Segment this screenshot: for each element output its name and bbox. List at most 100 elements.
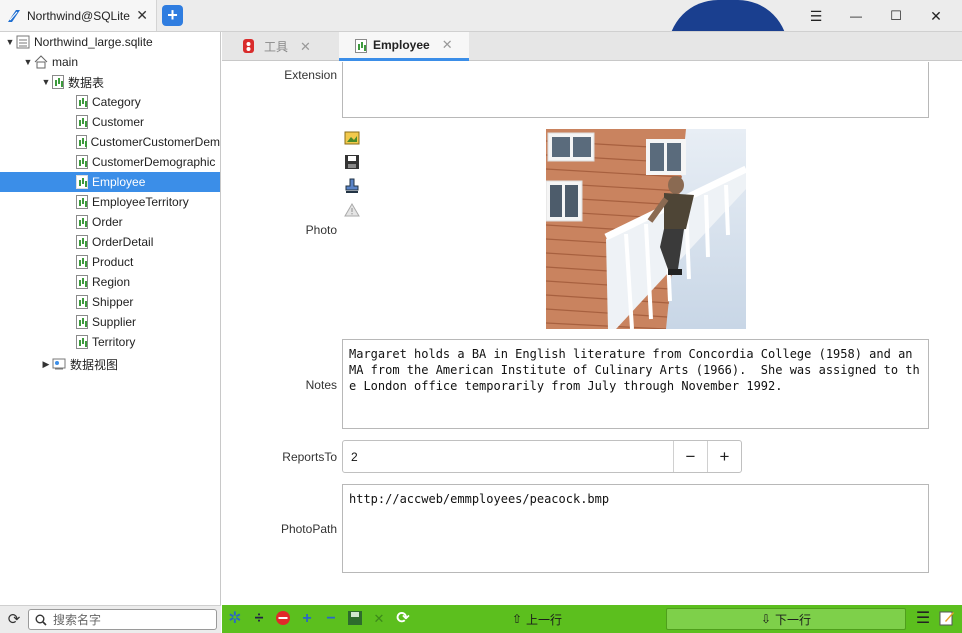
view-icon [52,358,66,370]
list-icon[interactable]: ☰ [914,610,932,628]
tree-table-item[interactable]: Region [0,272,220,292]
edit-icon[interactable] [938,610,956,628]
tree-db-label: Northwind_large.sqlite [34,35,153,49]
tree-table-item[interactable]: Product [0,252,220,272]
tree-table-label: CustomerCustomerDem [90,135,220,149]
tree-tables-folder[interactable]: ▼ 数据表 [40,72,104,92]
previous-row-button[interactable]: ⇧ 上一行 [502,608,572,630]
settings-icon[interactable]: ✲ [226,610,244,628]
table-icon [76,335,88,349]
collapse-arrow-icon[interactable]: ▶ [40,359,52,370]
tree-table-item[interactable]: CustomerDemographic [0,152,220,172]
table-icon [76,155,88,169]
cancel-icon[interactable]: ✕ [370,610,388,628]
document-tab-bar: 工具 ✕ Employee ✕ [222,32,962,61]
previous-row-label: 上一行 [526,612,563,627]
refresh-icon[interactable]: ⟳ [394,610,412,628]
new-tab-button[interactable]: + [162,5,183,26]
tree-table-label: Product [92,255,134,269]
reportsto-value[interactable]: 2 [343,450,673,464]
menu-icon[interactable]: ☰ [806,6,826,26]
tree-table-item[interactable]: Shipper [0,292,220,312]
database-tree-panel: ▼ Northwind_large.sqlite ▼ main ▼ 数据表 Ca… [0,32,221,633]
tree-table-label: EmployeeTerritory [92,195,189,209]
tree-table-item[interactable]: Territory [0,332,220,352]
tree-table-label: Category [92,95,141,109]
tree-table-item[interactable]: Employee [0,172,220,192]
refresh-icon[interactable]: ⟳ [5,611,23,629]
table-icon [52,75,64,89]
tree-views-folder[interactable]: ▶ 数据视图 [40,354,118,374]
close-tab-icon[interactable]: ✕ [136,7,148,24]
house-icon [34,55,48,69]
tree-db-root[interactable]: ▼ Northwind_large.sqlite [4,32,153,52]
tree-table-item[interactable]: Supplier [0,312,220,332]
tab-employee[interactable]: Employee ✕ [339,32,469,61]
close-window-button[interactable]: ✕ [926,6,946,26]
load-image-icon[interactable] [344,130,360,146]
tree-table-label: Customer [92,115,145,129]
split-icon[interactable]: ÷ [250,610,268,628]
app-tab[interactable]: Northwind@SQLite ✕ [0,0,157,31]
table-icon [76,115,88,129]
add-row-icon[interactable]: + [298,610,316,628]
table-icon [76,215,88,229]
table-icon [76,135,87,149]
up-arrow-icon: ⇧ [511,612,523,626]
tree-table-item[interactable]: CustomerCustomerDem [0,132,220,152]
tree-table-item[interactable]: Order [0,212,220,232]
tree-schema-main[interactable]: ▼ main [22,52,78,72]
notes-field[interactable]: Margaret holds a BA in English literatur… [342,339,929,429]
employee-photo [546,129,746,329]
delete-row-icon[interactable] [274,610,292,628]
table-icon [355,39,367,53]
tab-tools[interactable]: 工具 ✕ [222,32,339,61]
tree-table-label: CustomerDemographic [92,155,216,169]
tools-icon [243,39,254,53]
expand-arrow-icon[interactable]: ▼ [22,57,34,67]
tree-table-item[interactable]: EmployeeTerritory [0,192,220,212]
record-toolbar: ✲ ÷ + − ✕ ⟳ ⇧ 上一行 ⇩ 下一行 ☰ [222,605,962,633]
tree-table-item[interactable]: Customer [0,112,220,132]
search-input[interactable] [53,612,203,627]
table-icon [76,255,88,269]
title-bar: Northwind@SQLite ✕ + ☰ — ☐ ✕ [0,0,962,32]
table-icon [76,195,88,209]
table-icon [76,295,88,309]
tree-table-label: Employee [92,175,146,189]
tree-table-label: Region [92,275,131,289]
tree-table-label: Supplier [92,315,137,329]
decorative-shape [668,0,788,31]
save-icon[interactable] [344,154,360,170]
tree-table-label: Territory [92,335,136,349]
sqlite-feather-icon [8,10,20,22]
tree-schema-label: main [52,55,79,69]
reportsto-stepper[interactable]: 2 − + [342,440,742,473]
warning-icon[interactable] [344,202,360,218]
close-tab-icon[interactable]: ✕ [300,39,311,55]
minimize-button[interactable]: — [846,6,866,26]
tree-table-item[interactable]: Category [0,92,220,112]
tree-table-item[interactable]: OrderDetail [0,232,220,252]
decrement-button[interactable]: − [673,441,707,472]
save-icon[interactable] [346,610,364,628]
increment-button[interactable]: + [707,441,741,472]
extension-label: Extension [284,68,337,82]
expand-arrow-icon[interactable]: ▼ [4,37,16,47]
maximize-button[interactable]: ☐ [886,6,906,26]
table-icon [76,235,88,249]
expand-arrow-icon[interactable]: ▼ [40,77,52,87]
clear-icon[interactable] [344,178,360,194]
next-row-button[interactable]: ⇩ 下一行 [666,608,906,630]
extension-field[interactable] [342,62,929,118]
record-form: Extension Photo Notes Margaret holds a B… [222,62,962,605]
down-arrow-icon: ⇩ [760,612,772,626]
table-icon [76,175,88,189]
search-box[interactable] [28,609,217,630]
photopath-field[interactable]: http://accweb/emmployees/peacock.bmp [342,484,929,573]
table-icon [76,95,88,109]
reportsto-label: ReportsTo [282,450,337,464]
app-tab-title: Northwind@SQLite [27,9,130,23]
remove-row-icon[interactable]: − [322,610,340,628]
close-tab-icon[interactable]: ✕ [442,37,453,53]
